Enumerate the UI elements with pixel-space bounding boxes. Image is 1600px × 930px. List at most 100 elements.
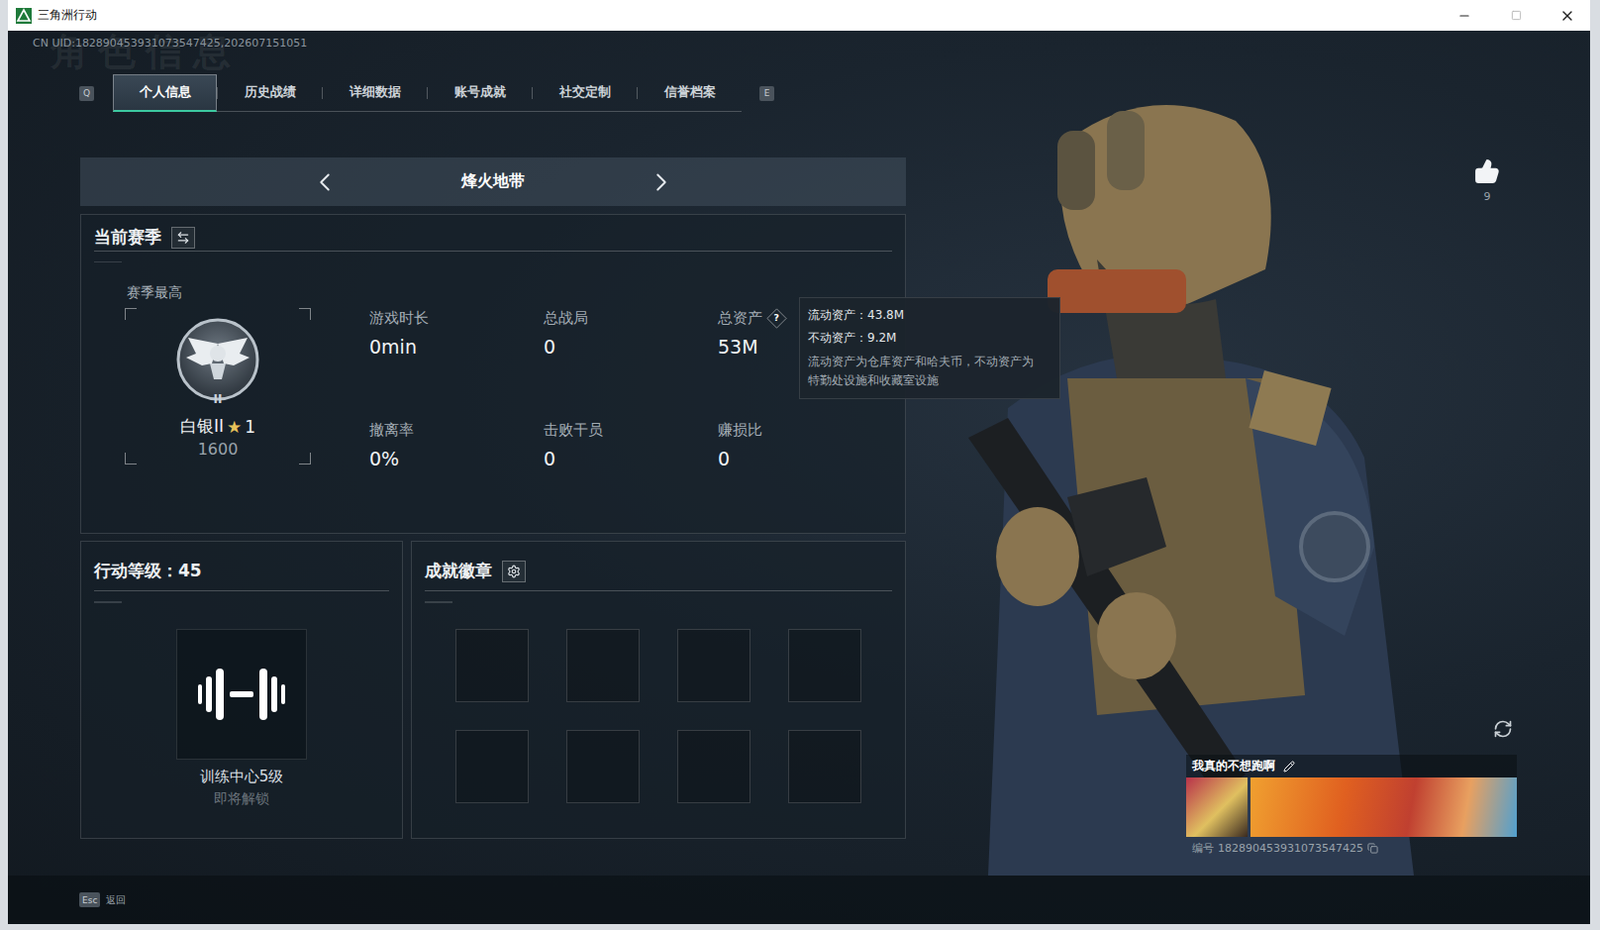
refresh-icon	[1493, 718, 1513, 739]
tab[interactable]: 历史战绩	[217, 74, 322, 112]
tab-divider	[216, 87, 218, 100]
player-id: 编号182890453931073547425	[1186, 840, 1517, 856]
back-label[interactable]: 返回	[105, 893, 126, 907]
profile-column: 角色信息CN UID:182890453931073547425,2026071…	[7, 30, 906, 876]
tab-divider	[636, 87, 638, 100]
next-mode-icon[interactable]	[646, 167, 677, 198]
banner-picture	[1250, 777, 1517, 837]
tab[interactable]: 社交定制	[532, 74, 637, 112]
rank-star-icon: ★	[226, 416, 242, 437]
badge-slot[interactable]	[455, 729, 529, 803]
help-button[interactable]: ?	[766, 307, 787, 328]
stat: 击败干员 0	[543, 420, 718, 533]
footer-bar: Esc 返回	[7, 875, 1591, 924]
prev-tab-key[interactable]: Q	[79, 86, 95, 101]
switch-season-button[interactable]	[171, 226, 196, 249]
badge-slot[interactable]	[566, 729, 640, 803]
stat: 赚损比 0	[717, 420, 893, 533]
maximize-button[interactable]	[1493, 0, 1539, 31]
prev-mode-icon[interactable]	[309, 167, 340, 198]
tooltip-line: 不动资产：9.2M	[807, 326, 1052, 350]
badge-slot[interactable]	[788, 729, 862, 803]
stat: 撤离率 0%	[369, 420, 544, 533]
rank-name: 白银II★1	[180, 414, 256, 438]
stat-value: 0%	[369, 447, 544, 470]
stat-label: 总战局	[543, 308, 589, 328]
maximize-icon	[1510, 9, 1522, 21]
badge-settings-button[interactable]	[501, 560, 526, 583]
desktop: 三角洲行动角色信息CN UID:182890453931073547425,20…	[0, 0, 1600, 930]
esc-key[interactable]: Esc	[79, 892, 100, 907]
tab-bar: Q 个人信息历史战绩详细数据账号成就社交定制信誉档案 E	[79, 74, 906, 112]
tab[interactable]: 详细数据	[322, 74, 427, 112]
tab[interactable]: 账号成就	[427, 74, 532, 112]
action-level-panel: 行动等级：45 训练中心5级即将解锁	[80, 540, 403, 839]
name-card: 我真的不想跑啊编号182890453931073547425	[1186, 754, 1517, 856]
rank-score: 1600	[198, 439, 239, 459]
operator-stage: 9 我真的不想跑啊编号182890453931073547425	[905, 30, 1591, 876]
refresh-button[interactable]	[1493, 718, 1513, 739]
tooltip-line: 流动资产：43.8M	[807, 303, 1052, 327]
tab-divider	[531, 87, 533, 100]
season-title: 当前赛季	[94, 225, 162, 249]
stat: 总战局 0	[543, 308, 718, 421]
rank-badge-icon: II	[168, 313, 268, 413]
badge-slot[interactable]	[566, 628, 640, 702]
badges-title: 成就徽章	[424, 559, 493, 583]
stat-label: 赚损比	[717, 420, 763, 440]
tooltip-note: 流动资产为仓库资产和哈夫币，不动资产为特勤处设施和收藏室设施	[807, 352, 1038, 391]
like-count: 9	[1484, 190, 1492, 203]
game-screen: 角色信息CN UID:182890453931073547425,2026071…	[7, 30, 1591, 924]
close-icon	[1559, 7, 1576, 24]
edit-icon[interactable]	[1283, 760, 1296, 773]
card-banner	[1186, 777, 1517, 837]
uid-line: CN UID:182890453931073547425,20260715105…	[32, 36, 906, 51]
season-best: 赛季最高 II 白银II★11600	[124, 284, 311, 533]
unlock-name: 训练中心5级	[200, 767, 285, 787]
badge-slot[interactable]	[788, 628, 862, 702]
stat-value: 0	[717, 447, 893, 470]
swap-icon	[176, 230, 191, 245]
tab[interactable]: 信誉档案	[637, 74, 742, 112]
stat-value: 0	[543, 335, 718, 358]
stat-label: 击败干员	[543, 420, 603, 440]
unlock-card[interactable]	[176, 628, 307, 760]
stats-grid: 游戏时长0min总战局0总资产?53M流动资产：43.8M不动资产：9.2M流动…	[369, 308, 893, 533]
svg-text:II: II	[213, 392, 223, 406]
window-title: 三角洲行动	[37, 6, 98, 24]
unlock-status: 即将解锁	[213, 790, 270, 808]
mode-label: 烽火地带	[448, 171, 538, 193]
stat: 游戏时长 0min	[369, 308, 544, 421]
gear-icon	[506, 564, 521, 579]
stat: 总资产?53M流动资产：43.8M不动资产：9.2M流动资产为仓库资产和哈夫币，…	[717, 308, 893, 421]
assets-tooltip: 流动资产：43.8M不动资产：9.2M流动资产为仓库资产和哈夫币，不动资产为特勤…	[799, 297, 1061, 400]
tab[interactable]: 个人信息	[112, 74, 217, 112]
title-bar: 三角洲行动	[7, 0, 1591, 31]
stat-label: 总资产	[717, 308, 763, 328]
tab-divider	[426, 87, 428, 100]
like-button[interactable]: 9	[1474, 158, 1500, 203]
close-button[interactable]	[1544, 0, 1591, 31]
app-logo-icon	[15, 7, 32, 24]
game-window: 三角洲行动角色信息CN UID:182890453931073547425,20…	[7, 0, 1591, 924]
stat-value: 0min	[369, 335, 544, 358]
badge-slot[interactable]	[455, 628, 529, 702]
badge-slot[interactable]	[677, 729, 751, 803]
minimize-button[interactable]	[1441, 0, 1488, 31]
season-panel: 当前赛季赛季最高II白银II★11600游戏时长0min总战局0总资产?53M流…	[80, 213, 906, 534]
player-name: 我真的不想跑啊	[1192, 757, 1276, 775]
thumbs-up-icon	[1474, 158, 1500, 185]
minimize-icon	[1457, 8, 1472, 23]
badges-panel: 成就徽章	[410, 540, 906, 839]
action-level-title: 行动等级：45	[94, 559, 202, 583]
tab-divider	[321, 87, 323, 100]
avatar-picture	[1186, 777, 1248, 837]
stat-label: 游戏时长	[369, 308, 429, 328]
copy-icon[interactable]	[1367, 842, 1379, 854]
badge-slot[interactable]	[677, 628, 751, 702]
stat-label: 撤离率	[369, 420, 414, 440]
stat-value: 0	[543, 447, 718, 470]
mode-selector: 烽火地带	[80, 157, 906, 206]
next-tab-key[interactable]: E	[759, 86, 775, 101]
season-best-label: 赛季最高	[126, 284, 311, 302]
